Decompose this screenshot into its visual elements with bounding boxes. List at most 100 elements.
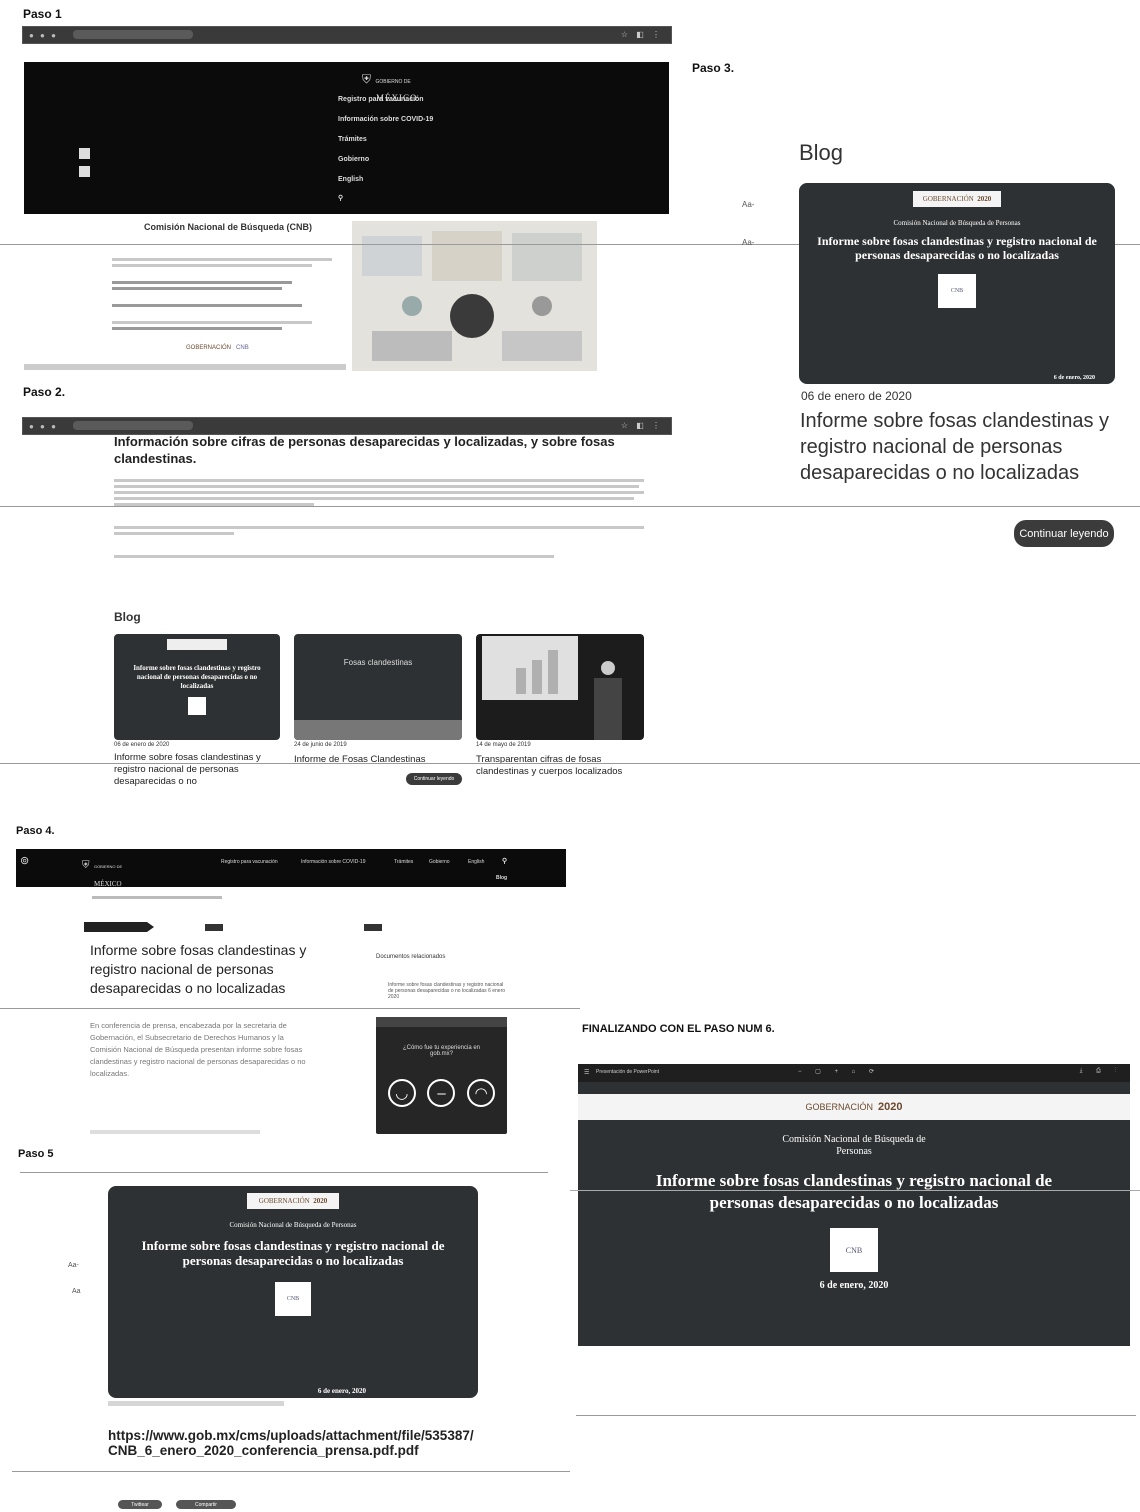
report-cover-image[interactable]: GOBERNACIÓN 2020 Comisión Nacional de Bú… bbox=[799, 183, 1115, 384]
gobernacion-logo: GOBERNACIÓN 2020 bbox=[246, 1193, 340, 1209]
window-controls-icon[interactable]: ● ● ● bbox=[29, 31, 58, 40]
address-bar[interactable] bbox=[73, 30, 193, 39]
report-subtitle: Comisión Nacional de Búsqueda de Persona… bbox=[782, 1134, 926, 1157]
divider bbox=[0, 506, 1140, 507]
browser-actions-icon[interactable]: ☆ ◧ ⋮ bbox=[621, 421, 663, 430]
menu-item-tramites[interactable]: Trámites bbox=[338, 136, 367, 143]
blog-card-date: 06 de enero de 2020 bbox=[114, 742, 170, 748]
cnb-logo: CNB bbox=[938, 274, 976, 308]
nav-english[interactable]: English bbox=[468, 859, 484, 865]
font-size-control[interactable]: Aa- bbox=[742, 238, 754, 247]
menu-item-covid[interactable]: Información sobre COVID-19 bbox=[338, 116, 433, 123]
document-title: Presentación de PowerPoint bbox=[596, 1069, 660, 1075]
menu-icon[interactable]: ☰ bbox=[584, 1069, 589, 1076]
article-title: Informe sobre fosas clandestinas y regis… bbox=[90, 942, 307, 996]
article-body: En conferencia de prensa, encabezada por… bbox=[90, 1021, 306, 1078]
gob-mexico-logo[interactable]: ⛨ GOBIERNO DE MÉXICO bbox=[82, 855, 122, 891]
divider bbox=[20, 1172, 548, 1173]
nav-vacunacion[interactable]: Registro para vacunación bbox=[221, 859, 278, 865]
blog-card-date: 24 de junio de 2019 bbox=[294, 742, 347, 748]
survey-question: ¿Cómo fue tu experiencia en gob.mx? bbox=[402, 1045, 481, 1057]
gobernacion-logo: GOBERNACIÓN CNB bbox=[186, 345, 249, 351]
step-3-label: Paso 3. bbox=[692, 61, 735, 75]
report-title: Informe sobre fosas clandestinas y regis… bbox=[141, 1238, 445, 1268]
report-subtitle: Comisión Nacional de Búsqueda de Persona… bbox=[229, 1221, 357, 1229]
intro-paragraph bbox=[114, 476, 649, 561]
window-controls-icon[interactable]: ● ● ● bbox=[29, 422, 58, 431]
divider bbox=[570, 1190, 1140, 1191]
report-date: 6 de enero, 2020 bbox=[819, 1280, 889, 1291]
blog-card-title[interactable]: Informe sobre fosas clandestinas y regis… bbox=[114, 752, 284, 788]
continue-reading-button[interactable]: Continuar leyendo bbox=[1014, 520, 1114, 547]
search-icon[interactable]: ⚲ bbox=[502, 857, 507, 865]
nav-blog[interactable]: Blog bbox=[496, 875, 507, 881]
step-4-label: Paso 4. bbox=[16, 825, 55, 837]
cnb-info-text bbox=[112, 255, 342, 333]
menu-item-gobierno[interactable]: Gobierno bbox=[338, 156, 369, 163]
step-2-label: Paso 2. bbox=[23, 385, 66, 399]
page-title: Información sobre cifras de personas des… bbox=[114, 434, 615, 466]
font-size-control[interactable]: Aa- bbox=[68, 1262, 79, 1269]
survey-widget[interactable]: ¿Cómo fue tu experiencia en gob.mx? ◡ – … bbox=[376, 1017, 507, 1134]
blog-heading: Blog bbox=[799, 140, 844, 165]
browser-actions-icon[interactable]: ☆ ◧ ⋮ bbox=[621, 30, 663, 39]
happy-face-icon[interactable]: ◡ bbox=[387, 1079, 416, 1107]
address-bar[interactable] bbox=[73, 421, 193, 430]
tag-badge bbox=[205, 924, 223, 931]
tab-active[interactable] bbox=[84, 922, 154, 932]
report-date: 6 de enero, 2020 bbox=[1053, 375, 1095, 381]
blog-card-thumbnail[interactable]: Fosas clandestinas bbox=[294, 634, 462, 740]
blog-card-thumbnail[interactable]: Informe sobre fosas clandestinas y regis… bbox=[114, 634, 280, 740]
neutral-face-icon[interactable]: – bbox=[427, 1079, 456, 1107]
divider bbox=[576, 1415, 1136, 1416]
post-title[interactable]: Informe sobre fosas clandestinas y regis… bbox=[800, 408, 1120, 486]
pdf-url-link[interactable]: https://www.gob.mx/cms/uploads/attachmen… bbox=[108, 1428, 478, 1458]
menu-item-vacunacion[interactable]: Registro para vacunación bbox=[338, 96, 424, 103]
cnb-logo: CNB bbox=[830, 1228, 878, 1272]
browser-toolbar: ● ● ● ☆ ◧ ⋮ bbox=[22, 26, 672, 44]
facebook-share-button[interactable]: Compartir bbox=[176, 1500, 236, 1509]
blog-card-title[interactable]: Transparentan cifras de fosas clandestin… bbox=[476, 754, 636, 778]
zoom-controls[interactable]: − ▢ + ⌂ ⟳ bbox=[798, 1068, 880, 1075]
divider bbox=[0, 763, 1140, 764]
report-title: Informe sobre fosas clandestinas y regis… bbox=[655, 1171, 1053, 1212]
step-5-label: Paso 5 bbox=[18, 1148, 54, 1160]
caption-line bbox=[108, 1401, 284, 1406]
font-size-button[interactable] bbox=[79, 148, 90, 159]
gobernacion-logo: GOBERNACIÓN 2020 bbox=[578, 1094, 1130, 1120]
continue-reading-button[interactable]: Continuar leyendo bbox=[406, 773, 462, 785]
sad-face-icon[interactable]: ◠ bbox=[467, 1079, 496, 1107]
font-size-button[interactable] bbox=[79, 166, 90, 177]
blog-card-date: 14 de mayo de 2019 bbox=[476, 742, 531, 748]
nav-gobierno[interactable]: Gobierno bbox=[429, 859, 450, 865]
nav-covid[interactable]: Información sobre COVID-19 bbox=[301, 859, 365, 865]
chrome-icon: ⊚ bbox=[20, 855, 30, 867]
pdf-viewer-toolbar: ☰ Presentación de PowerPoint − ▢ + ⌂ ⟳ ⤓… bbox=[578, 1064, 1130, 1082]
footer-link[interactable] bbox=[90, 1130, 260, 1134]
gob-navbar: ⊚ ⛨ GOBIERNO DE MÉXICO Registro para vac… bbox=[16, 849, 566, 888]
search-icon[interactable]: ⚲ bbox=[338, 194, 343, 202]
report-cover-image[interactable]: GOBERNACIÓN 2020 Comisión Nacional de Bú… bbox=[108, 1186, 478, 1398]
twitter-share-button[interactable]: Twittear bbox=[118, 1500, 162, 1509]
download-print-icons[interactable]: ⤓ ⎙ ⋮ bbox=[1080, 1068, 1122, 1075]
blog-heading: Blog bbox=[114, 610, 141, 624]
footer-strip bbox=[24, 364, 346, 370]
gob-header-menu: ⛨ GOBIERNO DE MÉXICO Registro para vacun… bbox=[24, 62, 669, 214]
divider bbox=[12, 1471, 570, 1472]
step-6-label: FINALIZANDO CON EL PASO NUM 6. bbox=[582, 1023, 775, 1035]
pdf-viewer-window: ☰ Presentación de PowerPoint − ▢ + ⌂ ⟳ ⤓… bbox=[578, 1064, 1130, 1346]
tag-badge bbox=[364, 924, 382, 931]
breadcrumb[interactable] bbox=[92, 896, 222, 899]
related-docs-heading: Documentos relacionados bbox=[376, 954, 446, 960]
divider bbox=[0, 1008, 580, 1009]
report-date: 6 de enero, 2020 bbox=[317, 1387, 366, 1395]
blog-card-thumbnail[interactable] bbox=[476, 634, 644, 740]
font-size-control[interactable]: Aa bbox=[72, 1288, 81, 1295]
menu-item-english[interactable]: English bbox=[338, 176, 363, 183]
cnb-title: Comisión Nacional de Búsqueda (CNB) bbox=[143, 222, 313, 232]
nav-tramites[interactable]: Trámites bbox=[394, 859, 413, 865]
font-size-control[interactable]: Aa- bbox=[742, 200, 754, 209]
related-doc-link[interactable]: Informe sobre fosas clandestinas y regis… bbox=[388, 982, 508, 1000]
step-1-label: Paso 1 bbox=[23, 7, 62, 21]
post-date: 06 de enero de 2020 bbox=[801, 389, 912, 403]
